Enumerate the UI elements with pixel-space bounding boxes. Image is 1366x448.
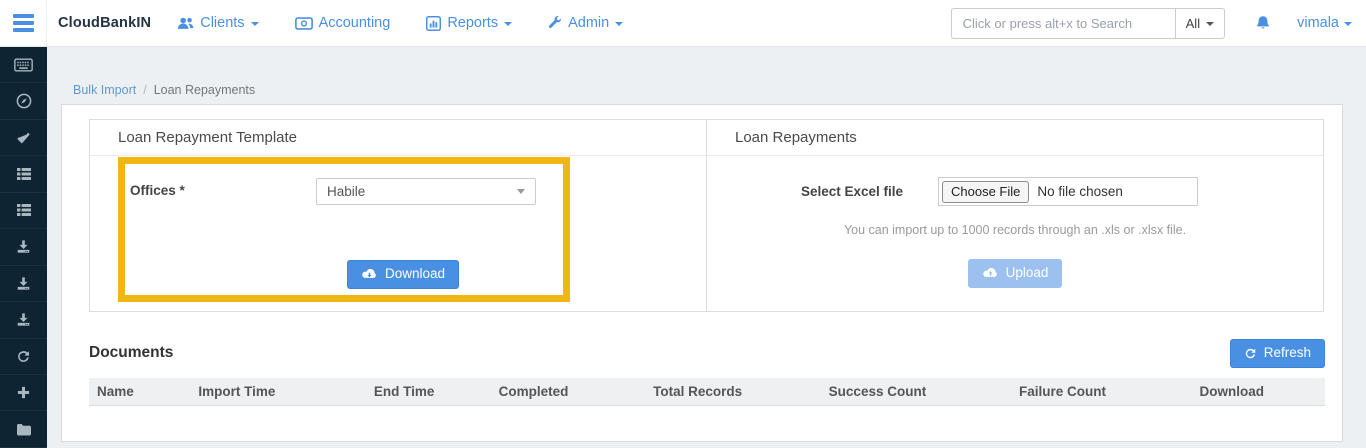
nav-admin-label: Admin xyxy=(568,15,610,31)
nav-clients-label: Clients xyxy=(200,15,245,31)
breadcrumb: Bulk Import / Loan Repayments xyxy=(73,83,1343,97)
download-icon xyxy=(16,239,31,254)
select-excel-file-label: Select Excel file xyxy=(800,184,903,199)
documents-table: Name Import Time End Time Completed Tota… xyxy=(89,377,1325,432)
column-header-name: Name xyxy=(89,377,191,406)
sidebar-item-refresh[interactable] xyxy=(0,339,47,375)
check-icon xyxy=(16,131,31,144)
column-header-download: Download xyxy=(1191,377,1325,406)
sidebar-item-approvals[interactable] xyxy=(0,120,47,157)
keyboard-icon xyxy=(14,58,33,72)
template-panel-title: Loan Repayment Template xyxy=(90,120,706,156)
search-filter-dropdown[interactable]: All xyxy=(1174,7,1226,39)
loan-repayments-panel: Loan Repayments Select Excel file Choose… xyxy=(706,119,1324,312)
refresh-icon xyxy=(16,349,31,364)
main-menu: Clients Accounting Reports Admin xyxy=(177,15,624,31)
refresh-icon xyxy=(1244,347,1257,360)
sidebar-item-import-3[interactable] xyxy=(0,302,47,339)
navbar-right: All vimala xyxy=(950,7,1352,39)
download-button-label: Download xyxy=(385,266,446,281)
table-header-row: Name Import Time End Time Completed Tota… xyxy=(89,377,1325,406)
sidebar-item-list-1[interactable] xyxy=(0,156,47,193)
sidebar-item-import-2[interactable] xyxy=(0,266,47,303)
chevron-down-icon xyxy=(250,22,259,26)
sidebar-toggle-button[interactable] xyxy=(0,0,47,46)
breadcrumb-current: Loan Repayments xyxy=(153,83,256,97)
nav-accounting[interactable]: Accounting xyxy=(294,15,391,31)
column-header-failure-count: Failure Count xyxy=(1011,377,1192,406)
nav-accounting-label: Accounting xyxy=(318,15,391,31)
upload-button[interactable]: Upload xyxy=(967,259,1063,288)
th-list-icon xyxy=(16,203,32,217)
sidebar-item-add[interactable] xyxy=(0,375,47,412)
column-header-import-time: Import Time xyxy=(190,377,366,406)
tutorial-highlight-box: Offices * Habile Download xyxy=(118,157,570,302)
nav-reports[interactable]: Reports xyxy=(426,15,513,31)
nav-reports-label: Reports xyxy=(447,15,499,31)
global-search: All xyxy=(950,7,1226,39)
loan-repayment-template-panel: Loan Repayment Template Offices * Habile xyxy=(89,119,707,312)
left-sidebar xyxy=(0,47,47,448)
column-header-end-time: End Time xyxy=(365,377,491,406)
documents-title: Documents xyxy=(89,344,174,362)
money-icon xyxy=(294,16,313,30)
choose-file-button[interactable]: Choose File xyxy=(942,180,1030,203)
chevron-down-icon xyxy=(517,189,525,194)
main-content: Bulk Import / Loan Repayments Loan Repay… xyxy=(47,47,1366,448)
upload-button-label: Upload xyxy=(1005,265,1049,280)
folder-icon xyxy=(16,423,32,436)
download-icon xyxy=(16,276,31,291)
cloud-upload-icon xyxy=(982,267,999,279)
download-icon xyxy=(16,312,31,327)
content-card: Loan Repayment Template Offices * Habile xyxy=(61,104,1343,443)
cloud-download-icon xyxy=(361,268,378,280)
search-input[interactable] xyxy=(950,7,1175,39)
repayments-panel-title: Loan Repayments xyxy=(707,120,1323,156)
chevron-down-icon xyxy=(1206,22,1215,26)
download-button[interactable]: Download xyxy=(347,260,460,289)
breadcrumb-bulk-import-link[interactable]: Bulk Import xyxy=(73,83,136,97)
breadcrumb-separator: / xyxy=(143,83,147,97)
sidebar-item-list-2[interactable] xyxy=(0,193,47,230)
brand-logo[interactable]: CloudBankIN xyxy=(58,15,151,31)
refresh-button[interactable]: Refresh xyxy=(1229,339,1325,368)
chevron-down-icon xyxy=(1344,22,1352,26)
sidebar-item-keyboard[interactable] xyxy=(0,47,47,84)
user-name: vimala xyxy=(1297,15,1339,31)
users-icon xyxy=(177,16,194,30)
excel-file-input[interactable]: Choose File No file chosen xyxy=(938,177,1198,206)
notifications-bell-icon[interactable] xyxy=(1255,15,1271,31)
column-header-completed: Completed xyxy=(490,377,646,406)
nav-admin[interactable]: Admin xyxy=(548,15,624,31)
chevron-down-icon xyxy=(615,22,624,26)
wrench-icon xyxy=(548,16,562,30)
top-navbar: CloudBankIN Clients Accounting Reports A… xyxy=(0,0,1366,47)
empty-table-row xyxy=(89,405,1325,432)
offices-select[interactable]: Habile xyxy=(316,178,536,205)
offices-select-value: Habile xyxy=(327,184,366,199)
sidebar-item-import-1[interactable] xyxy=(0,229,47,266)
import-helper-text: You can import up to 1000 records throug… xyxy=(843,223,1187,237)
no-file-chosen-text: No file chosen xyxy=(1037,184,1123,199)
user-menu[interactable]: vimala xyxy=(1297,15,1352,31)
sidebar-item-dashboard[interactable] xyxy=(0,83,47,120)
refresh-button-label: Refresh xyxy=(1263,345,1311,360)
th-list-icon xyxy=(16,167,32,181)
compass-icon xyxy=(16,93,32,109)
hamburger-icon xyxy=(12,14,34,18)
search-filter-label: All xyxy=(1185,15,1201,31)
sidebar-item-documents[interactable] xyxy=(0,411,47,448)
column-header-success-count: Success Count xyxy=(820,377,1012,406)
plus-icon xyxy=(17,386,30,399)
chevron-down-icon xyxy=(504,22,513,26)
nav-clients[interactable]: Clients xyxy=(177,15,259,31)
offices-label: Offices * xyxy=(130,183,185,198)
bar-chart-icon xyxy=(426,15,442,31)
column-header-total-records: Total Records xyxy=(645,377,821,406)
